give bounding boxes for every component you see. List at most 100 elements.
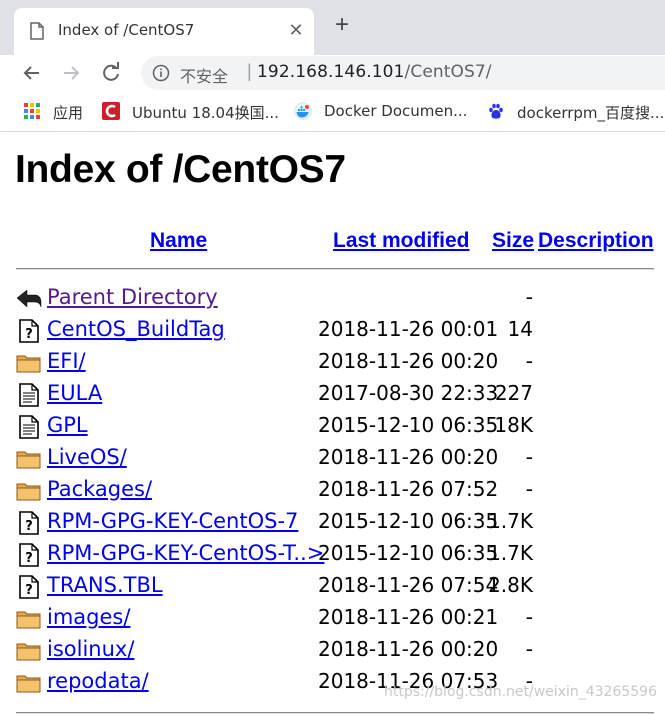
unknown-file-icon[interactable]: ? xyxy=(16,543,42,567)
last-modified-cell: 2018-11-26 00:21 xyxy=(318,605,499,629)
not-secure-label[interactable]: 不安全 xyxy=(180,63,228,87)
svg-text:?: ? xyxy=(25,551,33,566)
folder-icon[interactable] xyxy=(16,351,42,375)
table-row: ? TRANS.TBL 2018-11-26 07:54 2.8K xyxy=(16,573,656,601)
unknown-file-icon[interactable]: ? xyxy=(16,511,42,535)
forward-arrow-icon xyxy=(64,66,80,80)
table-row: GPL 2015-12-10 06:35 18K xyxy=(16,413,656,441)
address-bar[interactable]: 不安全 | 192.168.146.101/CentOS7/ xyxy=(141,56,665,90)
url-text[interactable]: 192.168.146.101/CentOS7/ xyxy=(257,62,492,82)
bookmark-ubuntu[interactable]: Ubuntu 18.04换国... xyxy=(102,101,282,122)
file-link[interactable]: GPL xyxy=(47,413,88,437)
table-row: Packages/2018-11-26 07:52 - xyxy=(16,477,656,505)
file-link[interactable]: repodata/ xyxy=(47,669,149,693)
info-icon[interactable] xyxy=(152,64,170,82)
column-header-last-modified[interactable]: Last modified xyxy=(333,229,470,253)
bookmark-label: 应用 xyxy=(53,104,84,122)
folder-icon[interactable] xyxy=(16,671,42,695)
table-row: ? RPM-GPG-KEY-CentOS-7 2015-12-10 06:35 1.7… xyxy=(16,509,656,537)
close-tab-icon[interactable]: ✕ xyxy=(287,20,305,40)
back-arrow-icon[interactable] xyxy=(16,287,42,311)
file-link[interactable]: EFI/ xyxy=(47,349,86,373)
folder-icon[interactable] xyxy=(16,607,42,631)
new-tab-button[interactable]: + xyxy=(331,12,353,38)
page-icon xyxy=(30,22,44,40)
size-cell: 2.8K xyxy=(488,573,533,597)
file-link[interactable]: RPM-GPG-KEY-CentOS-T..> xyxy=(47,541,324,565)
last-modified-cell: 2015-12-10 06:35 xyxy=(318,413,499,437)
file-link[interactable]: CentOS_BuildTag xyxy=(47,317,225,341)
bookmarks-bar: 应用 Ubuntu 18.04换国... Docker Documen... d… xyxy=(0,91,665,132)
url-host: 192.168.146.101 xyxy=(257,62,405,82)
file-link[interactable]: Parent Directory xyxy=(47,285,218,309)
table-row: EFI/2018-11-26 00:20 - xyxy=(16,349,656,377)
table-row: ? RPM-GPG-KEY-CentOS-T..> 2015-12-10 06:35… xyxy=(16,541,656,569)
last-modified-cell: 2018-11-26 00:20 xyxy=(318,637,499,661)
size-cell: 1.7K xyxy=(488,509,533,533)
column-header-description[interactable]: Description xyxy=(538,229,654,253)
last-modified-cell: 2017-08-30 22:33 xyxy=(318,381,499,405)
size-cell: - xyxy=(525,477,533,501)
table-row: isolinux/2018-11-26 00:20 - xyxy=(16,637,656,665)
file-link[interactable]: RPM-GPG-KEY-CentOS-7 xyxy=(47,509,298,533)
ubuntu-c-icon xyxy=(102,102,120,120)
file-link[interactable]: images/ xyxy=(47,605,130,629)
apps-grid-icon xyxy=(24,103,40,119)
table-row: ? CentOS_BuildTag 2018-11-26 00:01 14 xyxy=(16,317,656,345)
tab-strip: Index of /CentOS7 ✕ + xyxy=(0,0,665,55)
size-cell: - xyxy=(525,637,533,661)
text-file-icon[interactable] xyxy=(16,383,42,407)
url-path: /CentOS7/ xyxy=(404,62,492,82)
svg-text:?: ? xyxy=(25,327,33,342)
size-cell: 1.7K xyxy=(488,541,533,565)
tab-title: Index of /CentOS7 xyxy=(58,21,195,39)
baidu-paw-icon xyxy=(489,103,503,119)
folder-icon[interactable] xyxy=(16,447,42,471)
back-button[interactable] xyxy=(17,58,47,88)
bookmark-label: dockerrpm_百度搜... xyxy=(517,104,665,122)
size-cell: - xyxy=(525,445,533,469)
unknown-file-icon[interactable]: ? xyxy=(16,319,42,343)
last-modified-cell: 2015-12-10 06:35 xyxy=(318,541,499,565)
last-modified-cell: 2018-11-26 00:20 xyxy=(318,349,499,373)
reload-icon xyxy=(103,62,119,81)
folder-icon[interactable] xyxy=(16,479,42,503)
page-content: Index of /CentOS7 Name Last modified Siz… xyxy=(0,132,665,714)
size-cell: - xyxy=(525,285,533,309)
table-row: LiveOS/2018-11-26 00:20 - xyxy=(16,445,656,473)
column-header-name[interactable]: Name xyxy=(150,229,207,253)
page-title: Index of /CentOS7 xyxy=(15,148,346,191)
file-link[interactable]: isolinux/ xyxy=(47,637,134,661)
last-modified-cell: 2018-11-26 00:20 xyxy=(318,445,499,469)
folder-icon[interactable] xyxy=(16,639,42,663)
column-header-size[interactable]: Size xyxy=(492,229,534,253)
reload-button[interactable] xyxy=(96,58,126,88)
bookmark-label: Ubuntu 18.04换国... xyxy=(132,104,279,122)
docker-icon xyxy=(294,102,312,120)
active-tab[interactable]: Index of /CentOS7 ✕ xyxy=(14,8,314,55)
last-modified-cell: 2018-11-26 07:54 xyxy=(318,573,499,597)
size-cell: 18K xyxy=(494,413,533,437)
bookmark-docker[interactable]: Docker Documen... xyxy=(294,101,474,121)
size-cell: 227 xyxy=(494,381,533,405)
unknown-file-icon[interactable]: ? xyxy=(16,575,42,599)
svg-text:?: ? xyxy=(25,519,33,534)
file-link[interactable]: Packages/ xyxy=(47,477,152,501)
text-file-icon[interactable] xyxy=(16,415,42,439)
last-modified-cell: 2015-12-10 06:35 xyxy=(318,509,499,533)
file-link[interactable]: TRANS.TBL xyxy=(47,573,163,597)
parent-directory-row: Parent Directory - xyxy=(16,285,656,313)
size-cell: - xyxy=(525,349,533,373)
forward-button[interactable] xyxy=(56,58,86,88)
header-divider xyxy=(16,268,654,270)
bookmark-baidu[interactable]: dockerrpm_百度搜... xyxy=(487,101,665,122)
bookmark-apps[interactable]: 应用 xyxy=(23,101,93,122)
last-modified-cell: 2018-11-26 00:01 xyxy=(318,317,499,341)
size-cell: 14 xyxy=(507,317,533,341)
toolbar: 不安全 | 192.168.146.101/CentOS7/ xyxy=(0,55,665,91)
table-row: images/2018-11-26 00:21 - xyxy=(16,605,656,633)
table-row: EULA 2017-08-30 22:33 227 xyxy=(16,381,656,409)
file-link[interactable]: EULA xyxy=(47,381,102,405)
file-link[interactable]: LiveOS/ xyxy=(47,445,127,469)
back-arrow-icon xyxy=(23,66,39,80)
